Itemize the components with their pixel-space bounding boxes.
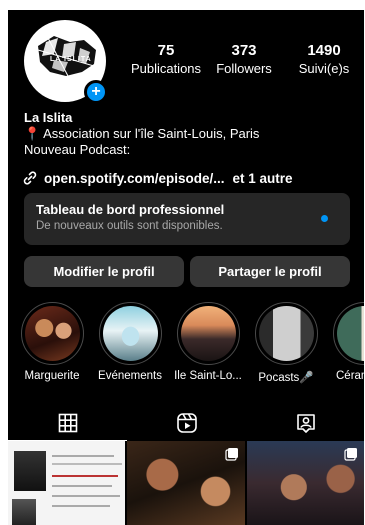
post-text-line xyxy=(52,475,118,477)
share-profile-button[interactable]: Partager le profil xyxy=(190,256,350,287)
post-text-line xyxy=(52,485,112,487)
highlight-label: Marguerite xyxy=(24,370,80,382)
multi-post-icon xyxy=(225,448,238,461)
story-highlights: Marguerite Événements Île Saint-Lo... Po… xyxy=(8,302,364,392)
highlight-marguerite[interactable]: Marguerite xyxy=(12,302,92,382)
dashboard-title: Tableau de bord professionnel xyxy=(36,202,225,217)
post-thumbnail[interactable] xyxy=(246,441,364,525)
stat-followers[interactable]: 373 Followers xyxy=(204,42,284,76)
grid-icon xyxy=(58,413,77,433)
highlight-cover xyxy=(24,306,80,361)
edit-profile-button[interactable]: Modifier le profil xyxy=(24,256,184,287)
stat-value: 1490 xyxy=(307,42,341,59)
dashboard-subtitle: De nouveaux outils sont disponibles. xyxy=(36,220,223,232)
post-text-line xyxy=(52,463,122,465)
highlight-label: Céram xyxy=(336,370,364,382)
bio-podcast: Nouveau Podcast: xyxy=(24,142,131,157)
post-text-line xyxy=(52,455,114,457)
highlight-ceramique[interactable]: Céram xyxy=(324,302,364,382)
highlight-ile-saint-louis[interactable]: Île Saint-Lo... xyxy=(168,302,248,382)
highlight-cover xyxy=(258,306,314,361)
stat-value: 373 xyxy=(231,42,257,59)
profile-link[interactable]: open.spotify.com/episode/... et 1 autre xyxy=(22,170,293,186)
add-story-icon[interactable]: + xyxy=(84,80,108,104)
highlight-label: Pocasts🎤 xyxy=(258,372,314,384)
stat-label: Followers xyxy=(216,61,272,76)
stat-value: 75 xyxy=(157,42,175,59)
profile-bio: La Islita 📍 Association sur l'île Saint-… xyxy=(24,110,356,158)
stat-label: Suivi(e)s xyxy=(298,61,350,76)
post-photo xyxy=(12,499,36,525)
profile-name: La Islita xyxy=(24,110,73,125)
stat-following[interactable]: 1490 Suivi(e)s xyxy=(284,42,364,76)
posts-grid xyxy=(8,441,364,525)
highlight-label: Événements xyxy=(98,370,162,382)
link-url[interactable]: open.spotify.com/episode/... xyxy=(44,171,225,186)
profile-tabs xyxy=(8,405,364,441)
professional-dashboard[interactable]: Tableau de bord professionnel De nouveau… xyxy=(24,193,350,245)
post-text-line xyxy=(52,505,110,507)
multi-post-icon xyxy=(344,448,357,461)
stat-publications[interactable]: 75 Publications xyxy=(126,42,206,76)
tab-tagged[interactable] xyxy=(246,405,364,441)
stat-label: Publications xyxy=(130,61,202,76)
highlight-cover xyxy=(336,306,364,361)
tagged-icon xyxy=(296,414,315,433)
profile-actions: Modifier le profil Partager le profil xyxy=(24,256,350,287)
bio-location: 📍 Association sur l'île Saint-Louis, Par… xyxy=(24,126,260,141)
tab-reels[interactable] xyxy=(127,405,246,441)
profile-avatar[interactable]: LA ISLITA + xyxy=(24,20,108,104)
post-thumbnail[interactable] xyxy=(8,441,126,525)
link-more[interactable]: et 1 autre xyxy=(233,171,293,186)
logo-text: LA ISLITA xyxy=(50,56,92,63)
link-icon xyxy=(23,171,37,185)
highlight-cover xyxy=(102,306,158,361)
tab-posts[interactable] xyxy=(8,405,127,441)
reels-icon xyxy=(176,413,197,433)
highlight-label: Île Saint-Lo... xyxy=(174,370,242,382)
notification-dot xyxy=(321,215,328,222)
post-thumbnail[interactable] xyxy=(127,441,245,525)
post-text-line xyxy=(52,495,120,497)
highlight-pocasts[interactable]: Pocasts🎤 xyxy=(246,302,326,384)
profile-screen: LA ISLITA + 75 Publications 373 Follower… xyxy=(8,10,364,525)
highlight-cover xyxy=(180,306,236,361)
post-photo xyxy=(14,451,46,491)
highlight-evenements[interactable]: Événements xyxy=(90,302,170,382)
